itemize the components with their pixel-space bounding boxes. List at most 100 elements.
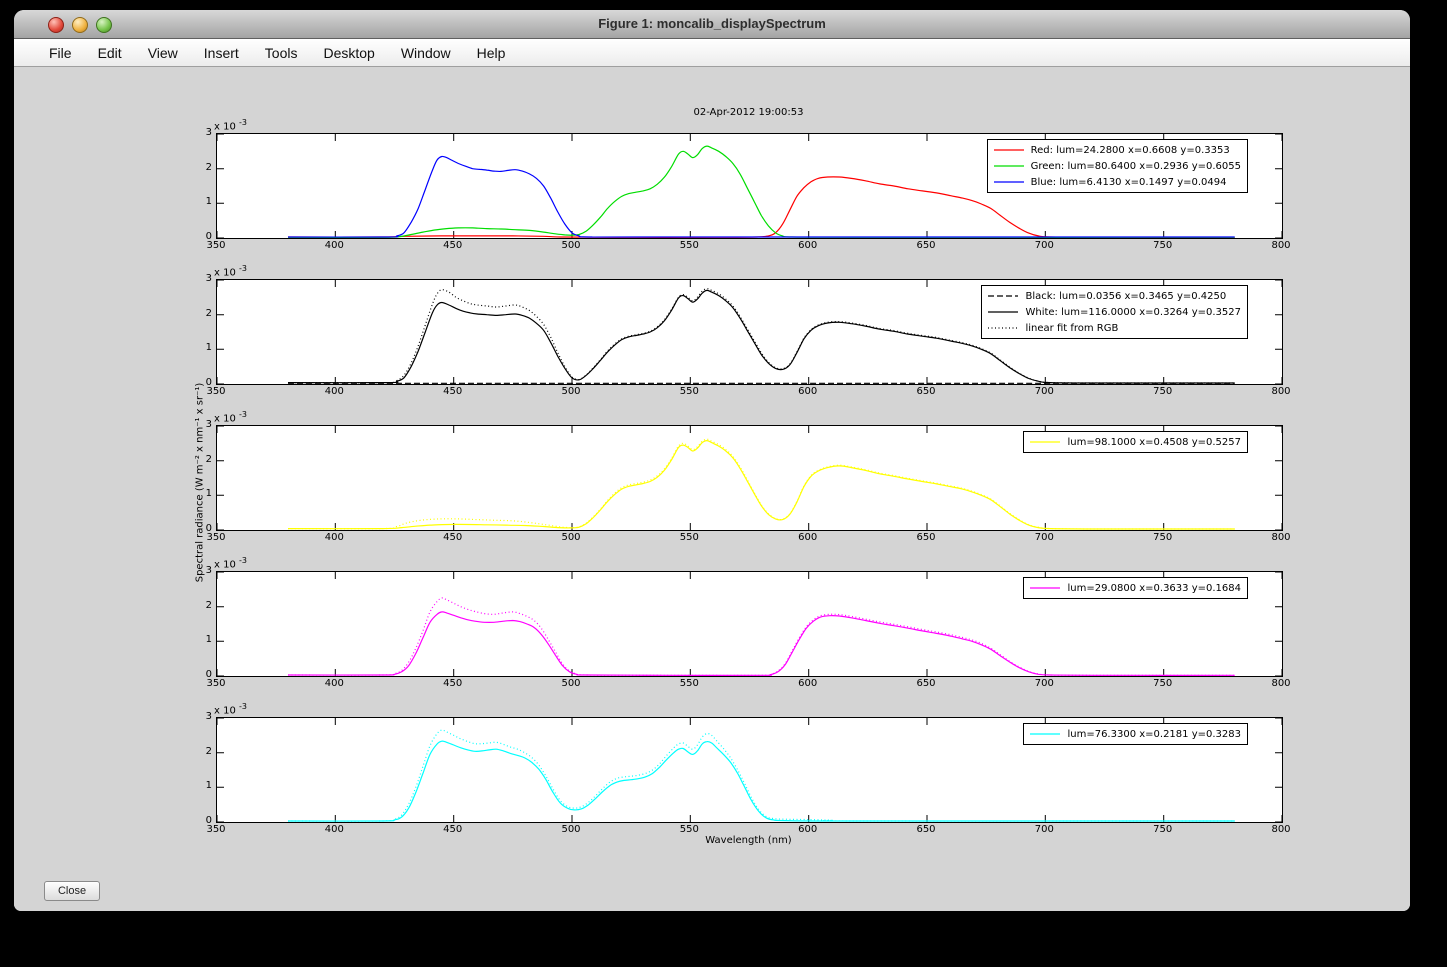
y-tick-label: 0 <box>205 669 212 680</box>
x-tick-label: 550 <box>679 240 699 251</box>
x-tick-label: 800 <box>1271 240 1291 251</box>
y-axis-exponent-label: x 10 -3 <box>214 118 247 133</box>
x-tick-label: 400 <box>324 386 344 397</box>
x-tick-label: 750 <box>1153 240 1173 251</box>
x-tick-label: 750 <box>1153 532 1173 543</box>
legend-label: linear fit from RGB <box>1025 322 1119 334</box>
legend-label: Red: lum=24.2800 x=0.6608 y=0.3353 <box>1030 144 1230 156</box>
x-tick-label: 650 <box>916 386 936 397</box>
x-tick-label: 700 <box>1034 532 1054 543</box>
x-tick-label: 600 <box>798 678 818 689</box>
y-tick-label: 0 <box>205 815 212 826</box>
menu-item-view[interactable]: View <box>135 45 191 61</box>
legend-subplot-3: lum=98.1000 x=0.4508 y=0.5257 <box>1023 431 1248 453</box>
y-tick-label: 2 <box>205 599 212 611</box>
menu-item-window[interactable]: Window <box>388 45 464 61</box>
y-tick-label: 1 <box>205 196 212 208</box>
x-tick-label: 550 <box>679 678 699 689</box>
y-tick-label: 3 <box>205 127 212 138</box>
x-tick-label: 500 <box>561 386 581 397</box>
magenta-measured-curve <box>287 611 1235 676</box>
legend-label: Black: lum=0.0356 x=0.3465 y=0.4250 <box>1025 290 1227 302</box>
legend-entry: Red: lum=24.2800 x=0.6608 y=0.3353 <box>992 142 1241 158</box>
legend-entry: lum=98.1000 x=0.4508 y=0.5257 <box>1028 434 1241 450</box>
x-tick-label: 450 <box>443 678 463 689</box>
x-tick-label: 800 <box>1271 532 1291 543</box>
legend-entry: linear fit from RGB <box>986 320 1241 336</box>
y-tick-label: 3 <box>205 419 212 430</box>
y-axis-exponent-label: x 10 -3 <box>214 264 247 279</box>
legend-entry: lum=29.0800 x=0.3633 y=0.1684 <box>1028 580 1241 596</box>
x-tick-label: 700 <box>1034 386 1054 397</box>
x-tick-label: 550 <box>679 532 699 543</box>
x-tick-label: 500 <box>561 678 581 689</box>
x-tick-label: 800 <box>1271 678 1291 689</box>
close-button[interactable]: Close <box>44 881 100 901</box>
x-tick-label: 450 <box>443 240 463 251</box>
window-zoom-button[interactable] <box>96 17 112 33</box>
x-tick-label: 400 <box>324 824 344 835</box>
menu-item-help[interactable]: Help <box>464 45 519 61</box>
window-title: Figure 1: moncalib_displaySpectrum <box>598 16 826 31</box>
x-tick-label: 400 <box>324 678 344 689</box>
x-tick-label: 600 <box>798 824 818 835</box>
y-tick-label: 1 <box>205 634 212 646</box>
legend-entry: Green: lum=80.6400 x=0.2936 y=0.6055 <box>992 158 1241 174</box>
x-tick-label: 400 <box>324 532 344 543</box>
y-tick-label: 2 <box>205 307 212 319</box>
window-titlebar: Figure 1: moncalib_displaySpectrum <box>14 10 1410 39</box>
x-tick-label: 400 <box>324 240 344 251</box>
y-tick-label: 1 <box>205 488 212 500</box>
legend-subplot-2: Black: lum=0.0356 x=0.3465 y=0.4250 White… <box>981 285 1248 339</box>
x-tick-label: 600 <box>798 532 818 543</box>
legend-entry: Black: lum=0.0356 x=0.3465 y=0.4250 <box>986 288 1241 304</box>
x-tick-label: 550 <box>679 824 699 835</box>
x-tick-label: 450 <box>443 532 463 543</box>
legend-label: Green: lum=80.6400 x=0.2936 y=0.6055 <box>1030 160 1241 172</box>
menu-item-desktop[interactable]: Desktop <box>310 45 387 61</box>
legend-entry: White: lum=116.0000 x=0.3264 y=0.3527 <box>986 304 1241 320</box>
legend-entry: lum=76.3300 x=0.2181 y=0.3283 <box>1028 726 1241 742</box>
y-tick-label: 3 <box>205 273 212 284</box>
x-tick-label: 450 <box>443 824 463 835</box>
plot-title: 02-Apr-2012 19:00:53 <box>693 107 804 118</box>
x-tick-label: 650 <box>916 678 936 689</box>
x-tick-label: 650 <box>916 240 936 251</box>
x-tick-label: 500 <box>561 240 581 251</box>
x-tick-label: 500 <box>561 824 581 835</box>
x-axis-label: Wavelength (nm) <box>705 835 792 846</box>
x-tick-label: 700 <box>1034 240 1054 251</box>
x-tick-label: 600 <box>798 386 818 397</box>
x-tick-label: 800 <box>1271 386 1291 397</box>
y-tick-label: 0 <box>205 231 212 242</box>
menu-item-edit[interactable]: Edit <box>85 45 135 61</box>
y-tick-label: 2 <box>205 161 212 173</box>
window-minimize-button[interactable] <box>72 17 88 33</box>
legend-label: lum=76.3300 x=0.2181 y=0.3283 <box>1067 728 1241 740</box>
x-tick-label: 600 <box>798 240 818 251</box>
x-tick-label: 750 <box>1153 678 1173 689</box>
y-tick-label: 1 <box>205 780 212 792</box>
menu-bar: File Edit View Insert Tools Desktop Window Help <box>14 39 1410 67</box>
y-tick-label: 3 <box>205 565 212 576</box>
x-tick-label: 800 <box>1271 824 1291 835</box>
legend-entry: Blue: lum=6.4130 x=0.1497 y=0.0494 <box>992 174 1241 190</box>
menu-item-tools[interactable]: Tools <box>252 45 311 61</box>
figure-window: Figure 1: moncalib_displaySpectrum File E… <box>14 10 1410 911</box>
menu-item-insert[interactable]: Insert <box>191 45 252 61</box>
legend-subplot-1: Red: lum=24.2800 x=0.6608 y=0.3353 Green:… <box>986 139 1248 193</box>
yellow-measured-curve <box>287 439 1235 530</box>
x-tick-label: 700 <box>1034 824 1054 835</box>
y-tick-label: 1 <box>205 342 212 354</box>
legend-label: lum=98.1000 x=0.4508 y=0.5257 <box>1067 436 1241 448</box>
y-tick-label: 3 <box>205 711 212 722</box>
y-tick-label: 2 <box>205 745 212 757</box>
y-axis-exponent-label: x 10 -3 <box>214 410 247 425</box>
x-tick-label: 750 <box>1153 386 1173 397</box>
x-tick-label: 650 <box>916 532 936 543</box>
x-tick-label: 750 <box>1153 824 1173 835</box>
magenta-linear-fit-curve <box>287 597 1235 676</box>
window-close-button[interactable] <box>48 17 64 33</box>
menu-item-file[interactable]: File <box>36 45 85 61</box>
y-axis-exponent-label: x 10 -3 <box>214 556 247 571</box>
